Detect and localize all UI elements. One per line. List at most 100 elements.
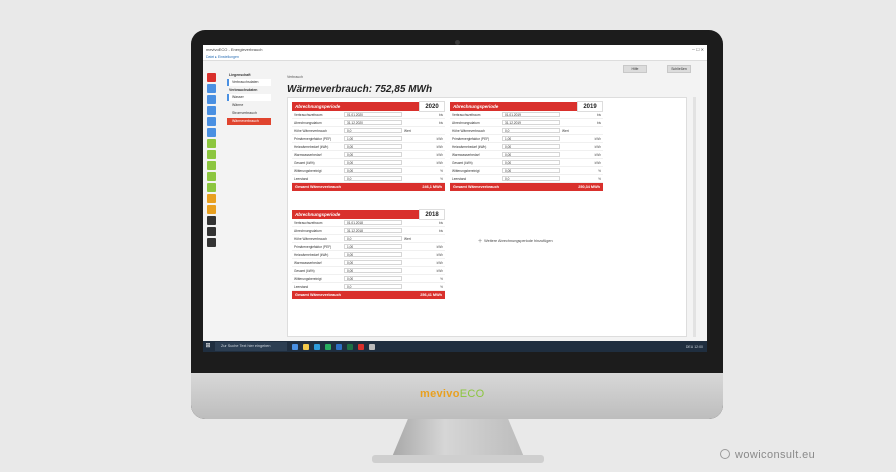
home-icon[interactable] <box>207 73 216 82</box>
field-unit: bis <box>438 120 443 125</box>
add-period-button[interactable]: + Weitere Abrechnungsperiode hinzufügen <box>478 238 553 245</box>
field-input[interactable]: 1,00 <box>344 136 402 141</box>
field-unit: % <box>440 276 443 281</box>
field-input[interactable]: 0,0 <box>344 128 402 133</box>
calendar-icon[interactable] <box>207 205 216 214</box>
field-input[interactable]: 0,0 <box>344 284 402 289</box>
taskbar-search[interactable]: Zur Suche Text hier eingeben <box>215 342 287 351</box>
chart-icon[interactable] <box>207 161 216 170</box>
field-input[interactable]: 0,0 <box>344 236 402 241</box>
chrome-icon[interactable] <box>325 343 331 350</box>
field-input[interactable]: 0,00 <box>344 160 402 165</box>
field-input[interactable]: 0,00 <box>502 168 560 173</box>
field-label: Primärenergiefaktor (PEF) <box>452 136 490 141</box>
info-icon[interactable] <box>207 216 216 225</box>
field-label: Witterungsbereinigt <box>294 276 322 281</box>
camera-icon[interactable] <box>207 238 216 247</box>
field-unit: % <box>598 168 601 173</box>
field-input[interactable]: 31.12.2018 <box>344 228 402 233</box>
field-unit: kWh <box>436 152 443 157</box>
report-icon[interactable] <box>207 194 216 203</box>
window-title: mevivoECO - Energieverbrauch <box>206 47 263 52</box>
menu-bar[interactable]: Datei ▸ Einstellungen <box>203 54 707 61</box>
field-input[interactable]: 1,00 <box>344 244 402 249</box>
windows-start-icon[interactable]: ⊞ <box>203 341 213 352</box>
tools-icon[interactable] <box>207 227 216 236</box>
field-input[interactable]: 0,0 <box>502 128 560 133</box>
field-label: Primärenergiefaktor (PEF) <box>294 136 332 141</box>
word-icon[interactable] <box>336 343 342 350</box>
navigation-panel: Liegenschaft Verbrauchsdaten Verbrauchsd… <box>227 71 271 126</box>
water-icon[interactable] <box>207 172 216 181</box>
monitor-stand-base <box>372 455 544 463</box>
breadcrumb: Verbrauch <box>287 75 303 79</box>
nav-item-1[interactable]: Wasser <box>227 94 271 101</box>
nav-item-3[interactable]: Stromverbrauch <box>227 110 271 117</box>
field-label: Primärenergiefaktor (PEF) <box>294 244 332 249</box>
field-unit: kWh <box>594 136 601 141</box>
cloud-icon[interactable] <box>207 95 216 104</box>
building-icon[interactable] <box>207 84 216 93</box>
field-input[interactable]: 0,0 <box>344 176 402 181</box>
field-unit: bis <box>438 228 443 233</box>
period-card-2020: Abrechnungsperiode 2020 Verbrauchszeitraum… <box>292 101 445 191</box>
browser-icon[interactable] <box>314 343 320 350</box>
nav-item-2[interactable]: Wärme <box>227 102 271 109</box>
form-row: Warmwasserbedarf 0,00 kWh <box>450 151 603 159</box>
field-input[interactable]: 0,00 <box>502 160 560 165</box>
field-unit: bis <box>438 112 443 117</box>
energy-icon[interactable] <box>207 150 216 159</box>
field-input[interactable]: 0,00 <box>344 276 402 281</box>
content-scrollbar[interactable] <box>693 97 696 337</box>
nav-item-0[interactable]: Verbrauchsdaten <box>227 79 271 86</box>
period-card-2019: Abrechnungsperiode 2019 Verbrauchszeitraum… <box>450 101 603 191</box>
form-row: Abrechnungsdatum 31.12.2020 bis <box>292 119 445 127</box>
house-icon[interactable] <box>207 117 216 126</box>
field-input[interactable]: 0,00 <box>344 168 402 173</box>
form-row: Leerstand 0,0% <box>292 175 445 183</box>
field-input[interactable]: 0,00 <box>344 268 402 273</box>
field-input[interactable]: 0,00 <box>344 260 402 265</box>
field-input[interactable]: 0,00 <box>344 152 402 157</box>
field-input[interactable]: 1,00 <box>502 136 560 141</box>
field-label: Abrechnungsdatum <box>452 120 480 125</box>
taskview-icon[interactable] <box>292 343 298 350</box>
form-row: Abrechnungsdatum 31.12.2018 bis <box>292 227 445 235</box>
form-row: Höhe Wärmeverbrauch 0,0 Wert <box>292 127 445 135</box>
watermark: wowiconsult.eu <box>720 449 815 461</box>
card-header-label: Abrechnungsperiode <box>295 212 341 217</box>
field-input[interactable]: 01.01.2018 <box>344 220 402 225</box>
help-button[interactable]: Hilfe <box>623 65 647 73</box>
field-input[interactable]: 0,00 <box>502 144 560 149</box>
nav-item-4[interactable]: Wärmeverbrauch <box>227 118 271 125</box>
settings-icon[interactable] <box>207 128 216 137</box>
excel-icon[interactable] <box>347 343 353 350</box>
form-row: Gesamt (kWh) 0,00 kWh <box>450 159 603 167</box>
field-input[interactable]: 31.12.2019 <box>502 120 560 125</box>
field-input[interactable]: 0,00 <box>344 252 402 257</box>
field-input[interactable]: 0,00 <box>502 152 560 157</box>
form-row: Witterungsbereinigt 0,00% <box>292 275 445 283</box>
period-card-2018: Abrechnungsperiode 2018 Verbrauchszeitraum… <box>292 209 445 299</box>
app-icon[interactable] <box>358 343 364 350</box>
field-label: Verbrauchszeitraum <box>294 112 323 117</box>
close-button[interactable]: Schließen <box>667 65 691 73</box>
form-row: Primärenergiefaktor (PEF) 1,00 kWh <box>450 135 603 143</box>
field-extra: Wert <box>562 128 569 133</box>
field-input[interactable]: 01.01.2020 <box>344 112 402 117</box>
leaf-icon[interactable] <box>207 139 216 148</box>
field-input[interactable]: 01.01.2019 <box>502 112 560 117</box>
field-input[interactable]: 0,0 <box>502 176 560 181</box>
card-total: Gesamt Wärmeverbrauch 256,41 MWh <box>292 291 445 299</box>
monitor-stand <box>392 419 524 457</box>
window-controls[interactable]: ─ ☐ ✕ <box>692 45 704 54</box>
field-input[interactable]: 0,00 <box>344 144 402 149</box>
card-total: Gesamt Wärmeverbrauch 250,34 MWh <box>450 183 603 191</box>
card-year: 2018 <box>419 209 445 220</box>
explorer-icon[interactable] <box>303 343 309 350</box>
grid-icon[interactable] <box>207 106 216 115</box>
settings-taskbar-icon[interactable] <box>369 343 375 350</box>
field-input[interactable]: 31.12.2020 <box>344 120 402 125</box>
sun-icon[interactable] <box>207 183 216 192</box>
field-unit: kWh <box>436 136 443 141</box>
